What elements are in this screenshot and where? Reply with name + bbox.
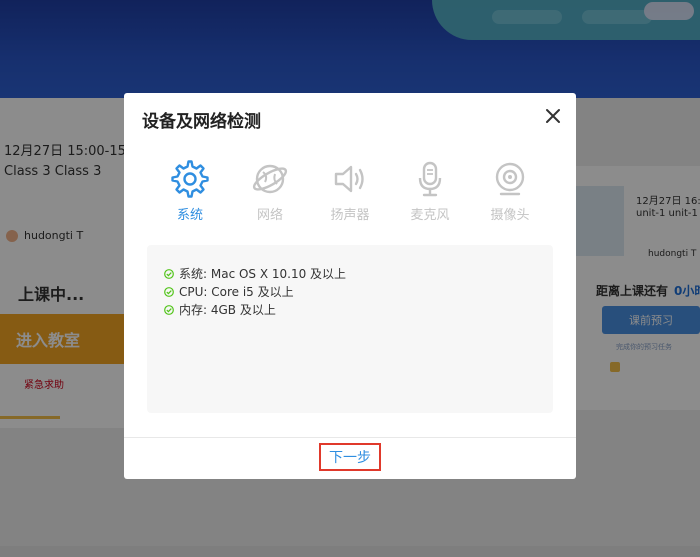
- step-microphone[interactable]: 麦克风: [400, 160, 460, 224]
- microphone-icon: [418, 161, 442, 197]
- step-label: 系统: [176, 208, 203, 223]
- divider: [124, 437, 576, 438]
- dialog-title: 设备及网络检测: [142, 112, 261, 132]
- step-network[interactable]: 网络: [240, 160, 300, 224]
- close-button[interactable]: [544, 107, 562, 125]
- step-label: 摄像头: [490, 208, 530, 223]
- step-label: 扬声器: [330, 208, 370, 223]
- requirement-text: 系统: Mac OS X 10.10 及以上: [179, 267, 347, 281]
- check-steps: 系统 网络 扬声器 麦克风 摄像头: [160, 160, 540, 224]
- step-speaker[interactable]: 扬声器: [320, 160, 380, 224]
- requirement-text: CPU: Core i5 及以上: [179, 285, 294, 299]
- requirement-item: 系统: Mac OS X 10.10 及以上: [164, 265, 346, 282]
- requirement-text: 内存: 4GB 及以上: [179, 303, 276, 317]
- next-step-button[interactable]: 下一步: [319, 443, 381, 471]
- check-circle-icon: [164, 286, 174, 297]
- close-icon: [546, 109, 560, 123]
- camera-icon: [495, 162, 525, 196]
- step-label: 麦克风: [410, 208, 450, 223]
- step-label: 网络: [256, 208, 283, 223]
- device-check-dialog: 设备及网络检测 系统 网络 扬声器 麦克风 摄像头 系统: Mac OS X 1…: [124, 93, 576, 479]
- gear-icon: [171, 160, 209, 198]
- check-circle-icon: [164, 304, 174, 315]
- step-system[interactable]: 系统: [160, 160, 220, 224]
- requirements-panel: 系统: Mac OS X 10.10 及以上 CPU: Core i5 及以上 …: [147, 245, 553, 413]
- speaker-icon: [334, 165, 364, 193]
- globe-icon: [252, 164, 288, 194]
- requirement-item: CPU: Core i5 及以上: [164, 283, 294, 300]
- requirement-item: 内存: 4GB 及以上: [164, 301, 276, 318]
- check-circle-icon: [164, 268, 174, 279]
- step-camera[interactable]: 摄像头: [480, 160, 540, 224]
